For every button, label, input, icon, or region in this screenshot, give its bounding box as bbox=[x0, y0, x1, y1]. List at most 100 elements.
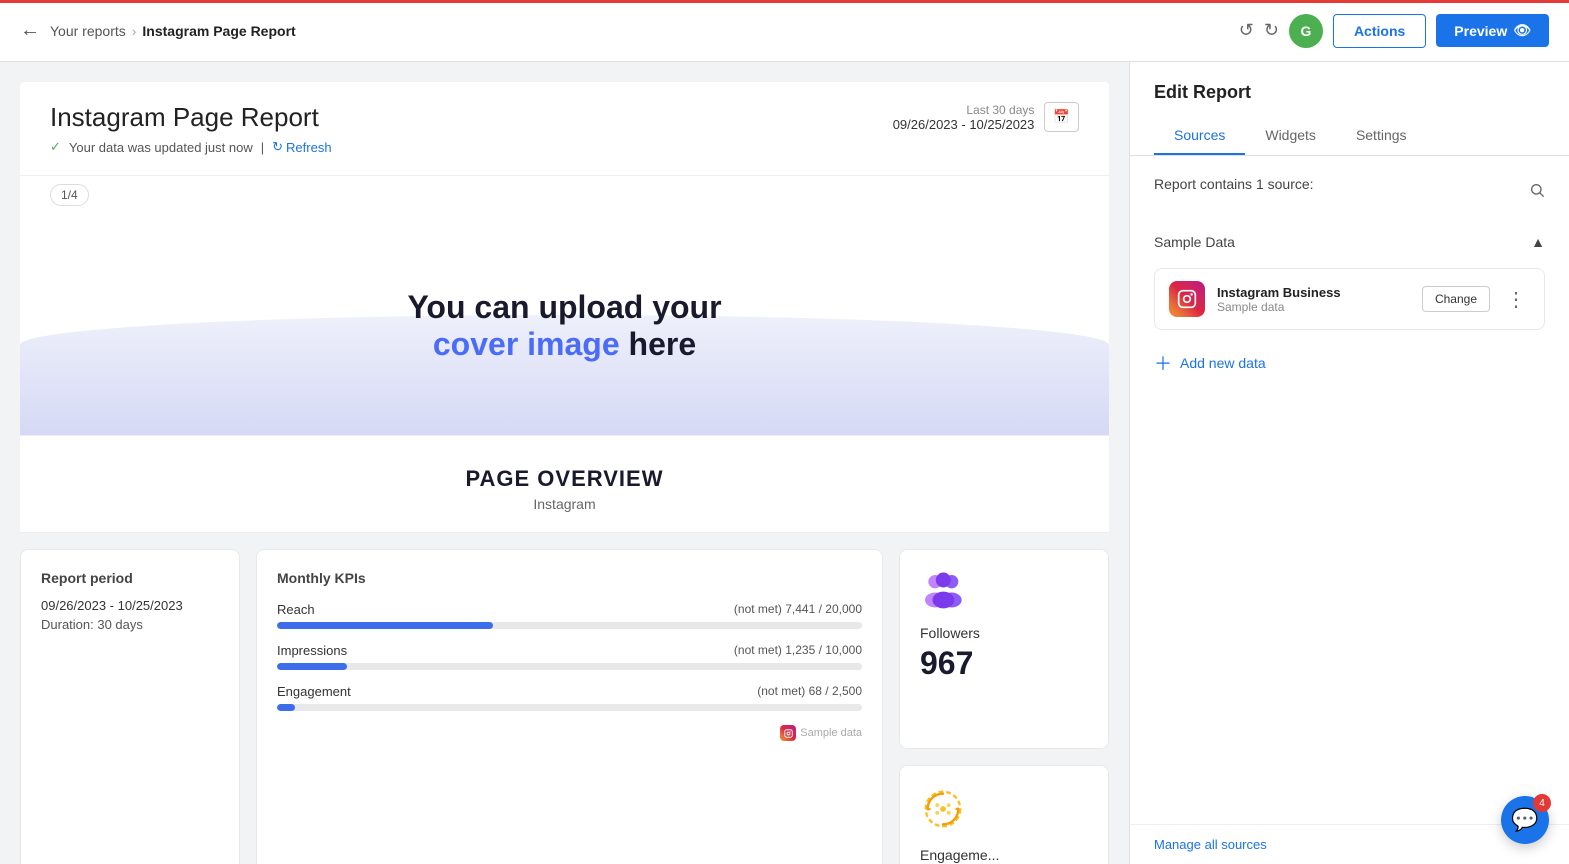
cover-text-line1: You can upload your bbox=[407, 289, 721, 325]
cover-section: You can upload your cover image here bbox=[20, 216, 1109, 436]
cover-line2: cover image here bbox=[407, 326, 721, 363]
kpi-impressions-label: Impressions bbox=[277, 643, 347, 658]
breadcrumb: Your reports › Instagram Page Report bbox=[50, 23, 296, 39]
back-button[interactable]: ← bbox=[20, 19, 40, 42]
cover-rest-text: here bbox=[629, 326, 697, 362]
change-source-button[interactable]: Change bbox=[1422, 286, 1490, 312]
refresh-label: Refresh bbox=[286, 140, 332, 155]
plus-icon: ＋ bbox=[1154, 350, 1172, 376]
sample-data-heading: Sample Data bbox=[1154, 234, 1235, 250]
actions-button[interactable]: Actions bbox=[1333, 14, 1426, 48]
kpi-row: Report period 09/26/2023 - 10/25/2023 Du… bbox=[20, 549, 1109, 864]
kpi-reach-value: (not met) 7,441 / 20,000 bbox=[734, 602, 862, 617]
kpi-reach-bar-bg bbox=[277, 622, 862, 629]
kpis-card: Monthly KPIs Reach (not met) 7,441 / 20,… bbox=[256, 549, 883, 864]
ig-small-icon bbox=[780, 725, 796, 741]
period-dates: 09/26/2023 - 10/25/2023 bbox=[41, 598, 219, 613]
report-title: Instagram Page Report bbox=[50, 102, 332, 133]
chat-badge: 4 bbox=[1533, 794, 1551, 812]
kpi-impressions-bar-fill bbox=[277, 663, 347, 670]
preview-eye-icon: 👁 bbox=[1513, 22, 1531, 39]
overview-section: PAGE OVERVIEW Instagram bbox=[20, 436, 1109, 533]
sample-data-header[interactable]: Sample Data ▲ bbox=[1154, 224, 1545, 260]
chevron-up-icon: ▲ bbox=[1531, 234, 1545, 250]
engagement-label: Engageme... bbox=[920, 847, 999, 863]
sample-data-text: Sample data bbox=[800, 727, 862, 739]
kpi-engagement-bar-fill bbox=[277, 704, 295, 711]
date-range-block: Last 30 days 09/26/2023 - 10/25/2023 📅 bbox=[893, 102, 1079, 132]
followers-label: Followers bbox=[920, 625, 980, 641]
avatar: G bbox=[1289, 14, 1323, 48]
content-area: Instagram Page Report ✓ Your data was up… bbox=[0, 62, 1129, 864]
followers-icon bbox=[920, 570, 970, 615]
page-counter: 1/4 bbox=[50, 184, 89, 206]
source-info: Instagram Business Sample data bbox=[1217, 285, 1410, 314]
red-accent-line bbox=[0, 0, 1569, 3]
engagement-card: Engageme... 7.84% bbox=[899, 765, 1109, 864]
panel-body: Report contains 1 source: Sample Data ▲ bbox=[1130, 156, 1569, 824]
period-card-heading: Report period bbox=[41, 570, 219, 586]
followers-card: Followers 967 bbox=[899, 549, 1109, 749]
add-new-data-button[interactable]: ＋ Add new data bbox=[1154, 346, 1266, 380]
sample-data-label: Sample data bbox=[277, 725, 862, 741]
overview-subtitle: Instagram bbox=[40, 496, 1089, 512]
date-range-value: 09/26/2023 - 10/25/2023 bbox=[893, 117, 1035, 132]
chat-icon: 💬 bbox=[1511, 807, 1538, 833]
add-data-label: Add new data bbox=[1180, 355, 1266, 371]
redo-button[interactable]: ↻ bbox=[1264, 20, 1279, 41]
panel-title: Edit Report bbox=[1154, 82, 1545, 103]
cover-text: You can upload your cover image here bbox=[407, 289, 721, 363]
source-logo-instagram bbox=[1169, 281, 1205, 317]
breadcrumb-current: Instagram Page Report bbox=[142, 23, 295, 39]
kpi-engagement-bar-bg bbox=[277, 704, 862, 711]
calendar-button[interactable]: 📅 bbox=[1044, 102, 1079, 132]
kpi-reach-label: Reach bbox=[277, 602, 315, 617]
breadcrumb-separator: › bbox=[132, 23, 137, 39]
kpi-engagement-label: Engagement bbox=[277, 684, 351, 699]
right-panel: Edit Report Sources Widgets Settings Rep… bbox=[1129, 62, 1569, 864]
kpi-impressions: Impressions (not met) 1,235 / 10,000 bbox=[277, 643, 862, 670]
check-icon: ✓ bbox=[50, 139, 61, 155]
tab-sources[interactable]: Sources bbox=[1154, 117, 1245, 155]
sample-data-section: Sample Data ▲ Instagram Business S bbox=[1154, 224, 1545, 380]
overview-title: PAGE OVERVIEW bbox=[40, 466, 1089, 492]
more-options-button[interactable]: ⋮ bbox=[1502, 287, 1530, 312]
kpi-engagement-value: (not met) 68 / 2,500 bbox=[757, 684, 862, 699]
kpi-engagement: Engagement (not met) 68 / 2,500 bbox=[277, 684, 862, 711]
undo-button[interactable]: ↺ bbox=[1239, 20, 1254, 41]
cover-blue-text[interactable]: cover image bbox=[433, 326, 620, 362]
tab-widgets[interactable]: Widgets bbox=[1245, 117, 1336, 155]
breadcrumb-parent[interactable]: Your reports bbox=[50, 23, 126, 39]
kpi-reach: Reach (not met) 7,441 / 20,000 bbox=[277, 602, 862, 629]
preview-button[interactable]: Preview 👁 bbox=[1436, 14, 1549, 47]
source-sub: Sample data bbox=[1217, 300, 1410, 314]
date-range-text-block: Last 30 days 09/26/2023 - 10/25/2023 bbox=[893, 103, 1035, 132]
refresh-icon: ↻ bbox=[272, 139, 283, 155]
kpi-reach-bar-fill bbox=[277, 622, 493, 629]
refresh-link[interactable]: ↻ Refresh bbox=[272, 139, 331, 155]
date-range-label: Last 30 days bbox=[893, 103, 1035, 117]
report-title-section: Instagram Page Report ✓ Your data was up… bbox=[50, 102, 332, 155]
search-icon-button[interactable] bbox=[1529, 182, 1545, 203]
source-name: Instagram Business bbox=[1217, 285, 1410, 300]
report-subtitle: ✓ Your data was updated just now | ↻ Ref… bbox=[50, 139, 332, 155]
followers-value: 967 bbox=[920, 645, 973, 682]
preview-label: Preview bbox=[1454, 23, 1507, 39]
panel-tabs: Sources Widgets Settings bbox=[1154, 117, 1545, 155]
separator: | bbox=[261, 140, 264, 155]
engagement-icon bbox=[920, 786, 966, 837]
sources-count: Report contains 1 source: bbox=[1154, 176, 1314, 192]
source-item: Instagram Business Sample data Change ⋮ bbox=[1154, 268, 1545, 330]
period-card: Report period 09/26/2023 - 10/25/2023 Du… bbox=[20, 549, 240, 864]
topbar: ← Your reports › Instagram Page Report ↺… bbox=[0, 0, 1569, 62]
panel-header: Edit Report Sources Widgets Settings bbox=[1130, 62, 1569, 156]
chat-bubble[interactable]: 💬 4 bbox=[1501, 796, 1549, 844]
period-duration: Duration: 30 days bbox=[41, 617, 219, 632]
data-updated-text: Your data was updated just now bbox=[69, 140, 253, 155]
cover-line1: You can upload your bbox=[407, 289, 721, 326]
kpis-card-heading: Monthly KPIs bbox=[277, 570, 862, 586]
report-header: Instagram Page Report ✓ Your data was up… bbox=[20, 82, 1109, 176]
tab-settings[interactable]: Settings bbox=[1336, 117, 1427, 155]
kpi-impressions-bar-bg bbox=[277, 663, 862, 670]
kpi-impressions-value: (not met) 1,235 / 10,000 bbox=[734, 643, 862, 658]
